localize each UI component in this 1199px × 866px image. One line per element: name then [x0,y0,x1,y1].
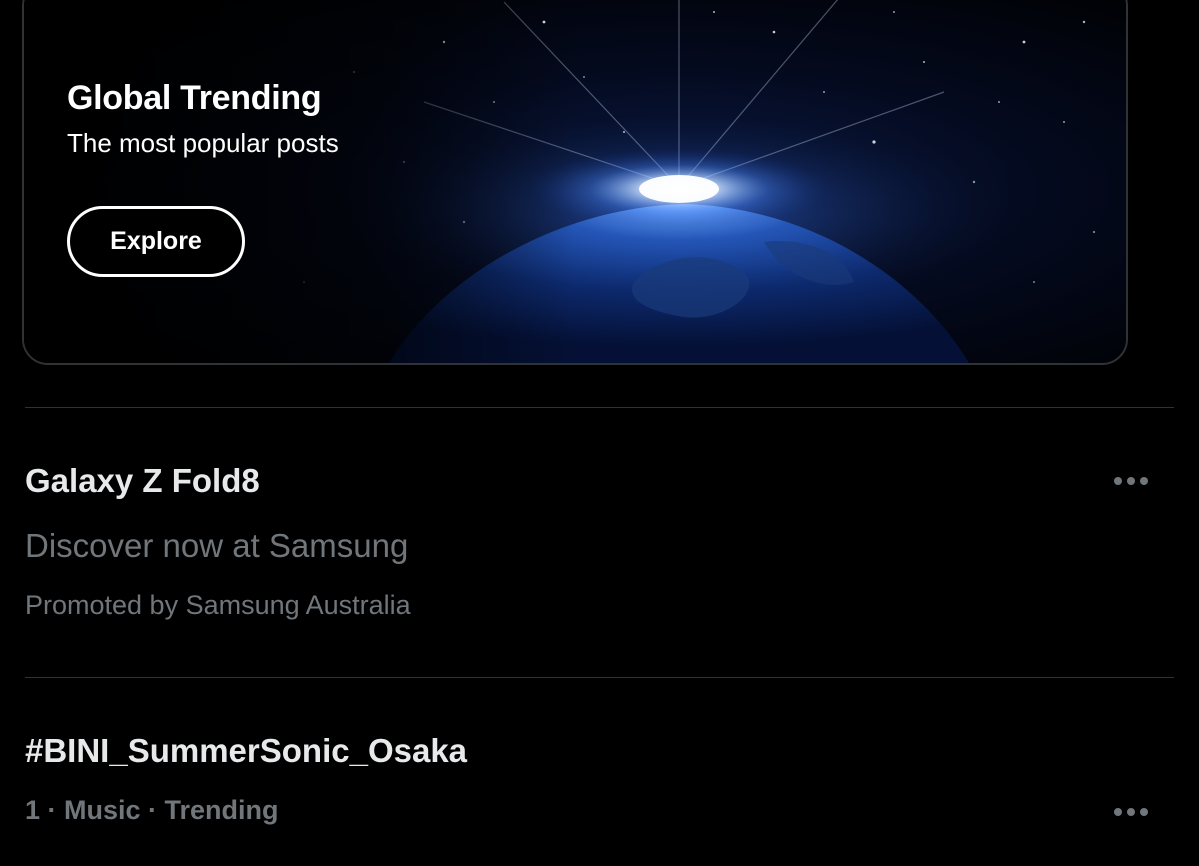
trend-description: Discover now at Samsung [25,527,409,564]
ellipsis-icon[interactable] [1107,467,1155,495]
earth-space-image [24,0,1126,363]
global-trending-banner[interactable]: Global Trending The most popular posts E… [22,0,1128,365]
explore-screen: Global Trending The most popular posts E… [0,0,1199,866]
promoted-label: Promoted by Samsung Australia [25,590,411,620]
banner-title: Global Trending [67,79,322,117]
divider [25,677,1174,678]
banner-subtitle: The most popular posts [67,128,339,158]
divider [25,407,1174,408]
trend-meta: 1 · Music · Trending [25,795,279,825]
trend-title: #BINI_SummerSonic_Osaka [25,732,468,769]
trend-title: Galaxy Z Fold8 [25,462,260,499]
ellipsis-icon[interactable] [1107,798,1155,826]
explore-button[interactable]: Explore [67,206,245,277]
